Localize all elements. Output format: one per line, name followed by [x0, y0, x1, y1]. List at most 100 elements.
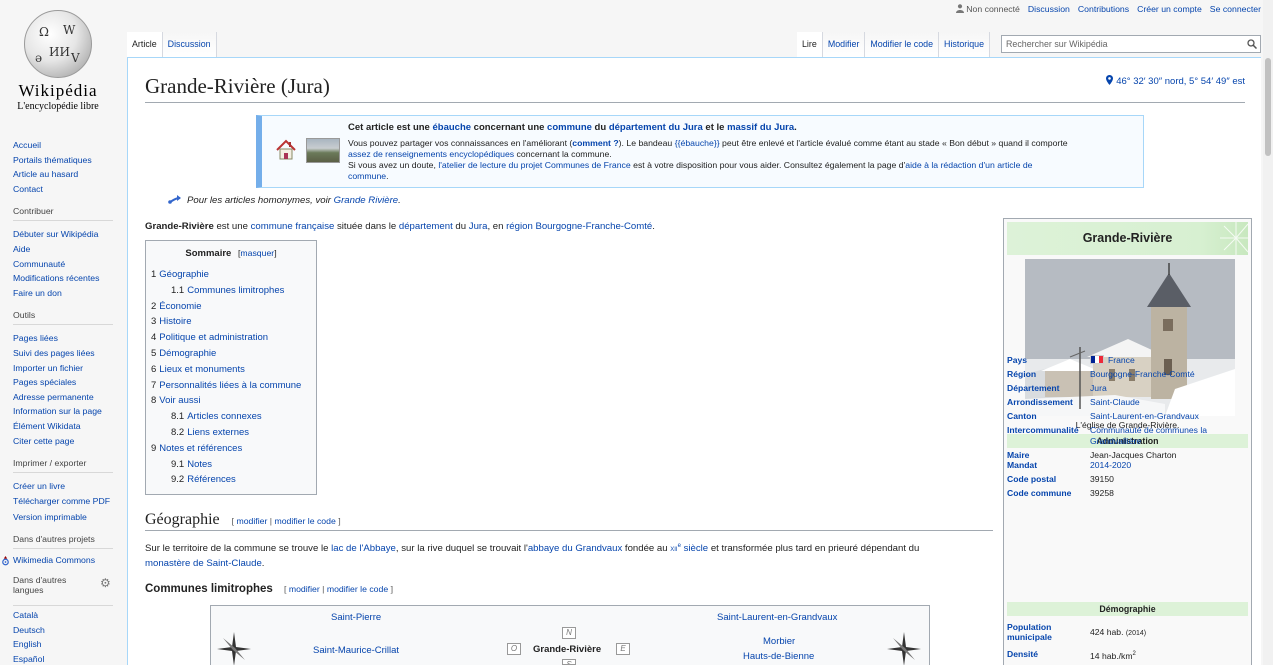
toc-item[interactable]: 3 Histoire: [151, 314, 316, 330]
coordinates[interactable]: 46° 32′ 30″ nord, 5° 54′ 49″ est: [1106, 75, 1245, 87]
toc-item[interactable]: 9.1 Notes: [151, 457, 316, 473]
lac-abbaye-link[interactable]: lac de l'Abbaye: [331, 543, 396, 554]
tab-history[interactable]: Historique: [939, 32, 991, 57]
sidebar-item-commons[interactable]: Wikimedia Commons: [0, 555, 125, 566]
toc-item[interactable]: 5 Démographie: [151, 346, 316, 362]
toc-item-link[interactable]: Notes et références: [159, 443, 242, 454]
sidebar-item-upload[interactable]: Importer un fichier: [13, 363, 83, 373]
infobox-row-value-text[interactable]: Communauté de communes la Grandvallière: [1090, 425, 1207, 446]
toc-item[interactable]: 9 Notes et références: [151, 441, 316, 457]
commons-link[interactable]: Wikimedia Commons: [13, 555, 95, 565]
toc-item[interactable]: 8 Voir aussi: [151, 393, 316, 409]
sidebar-item-portals[interactable]: Portails thématiques: [13, 155, 92, 165]
homonym-link[interactable]: Grande Rivière: [334, 195, 399, 206]
infobox-row-label[interactable]: Code commune: [1007, 488, 1089, 499]
tab-edit-source[interactable]: Modifier le code: [865, 32, 940, 57]
reading-workshop-link[interactable]: l'atelier de lecture du projet Communes …: [438, 160, 630, 170]
toc-item-link[interactable]: Économie: [159, 301, 201, 312]
sidebar-item-special-pages[interactable]: Pages spéciales: [13, 377, 76, 387]
toc-item[interactable]: 9.2 Références: [151, 472, 316, 488]
toc-item-link[interactable]: Communes limitrophes: [187, 285, 284, 296]
stub-link[interactable]: ébauche: [432, 122, 471, 133]
edit-section-source-link[interactable]: modifier le code: [274, 516, 335, 526]
infobox-row-label[interactable]: Région: [1007, 369, 1089, 380]
infobox-row-value-text[interactable]: Jura: [1090, 383, 1107, 393]
density-label[interactable]: Densité: [1007, 649, 1089, 660]
contributions-link[interactable]: Contributions: [1078, 4, 1129, 14]
infobox-row-value-text[interactable]: Saint-Laurent-en-Grandvaux: [1090, 411, 1199, 421]
infobox-row-value-text[interactable]: France: [1108, 355, 1135, 365]
create-account-link[interactable]: Créer un compte: [1137, 4, 1202, 14]
sidebar-item-wikidata[interactable]: Élément Wikidata: [13, 421, 81, 431]
language-settings-gear-icon[interactable]: ⚙: [100, 576, 111, 590]
sidebar-item-community[interactable]: Communauté: [13, 259, 65, 269]
sidebar-item-random[interactable]: Article au hasard: [13, 169, 78, 179]
infobox-row-label[interactable]: Maire: [1007, 450, 1089, 461]
template-link[interactable]: {{ébauche}}: [675, 138, 720, 148]
sidebar-item-help[interactable]: Aide: [13, 244, 30, 254]
page-scrollbar[interactable]: [1263, 0, 1273, 665]
commune-morbier[interactable]: Morbier: [763, 636, 795, 647]
toc-item-link[interactable]: Voir aussi: [159, 395, 200, 406]
toc-item-link[interactable]: Articles connexes: [187, 411, 261, 422]
population-label[interactable]: Population municipale: [1007, 622, 1089, 642]
search-input[interactable]: Rechercher sur Wikipédia: [1001, 35, 1261, 53]
toc-item[interactable]: 2 Économie: [151, 299, 316, 315]
infobox-row-value-text[interactable]: Bourgogne-Franche-Comté: [1090, 369, 1195, 379]
region-link[interactable]: région Bourgogne-Franche-Comté: [506, 221, 652, 232]
toc-item[interactable]: 7 Personnalités liées à la commune: [151, 378, 316, 394]
how-link[interactable]: comment ?: [572, 138, 618, 148]
infobox-row-label[interactable]: Département: [1007, 383, 1089, 394]
toc-item-link[interactable]: Personnalités liées à la commune: [159, 380, 301, 391]
commune-hauts-de-bienne[interactable]: Hauts-de-Bienne: [743, 651, 814, 662]
edit-subsection-source-link[interactable]: modifier le code: [327, 584, 388, 594]
infobox-row-label[interactable]: Arrondissement: [1007, 397, 1089, 408]
toc-item-link[interactable]: Histoire: [159, 316, 191, 327]
commune-link[interactable]: commune: [547, 122, 592, 133]
departement-link[interactable]: département: [399, 221, 453, 232]
infobox-row-label[interactable]: Intercommunalité: [1007, 425, 1089, 436]
lang-es[interactable]: Español: [13, 654, 44, 664]
lang-en[interactable]: English: [13, 639, 42, 649]
edit-section-link[interactable]: modifier: [236, 516, 267, 526]
sidebar-item-home[interactable]: Accueil: [13, 140, 41, 150]
sidebar-item-whatlinkshere[interactable]: Pages liées: [13, 333, 58, 343]
sidebar-item-page-info[interactable]: Information sur la page: [13, 406, 102, 416]
commune-saint-laurent[interactable]: Saint-Laurent-en-Grandvaux: [717, 612, 837, 623]
tab-edit[interactable]: Modifier: [822, 32, 866, 57]
toc-hide-toggle[interactable]: masquer: [240, 248, 274, 258]
century-link[interactable]: xiie siècle: [670, 543, 708, 554]
login-link[interactable]: Se connecter: [1210, 4, 1261, 14]
commune-saint-maurice[interactable]: Saint-Maurice-Crillat: [313, 645, 399, 656]
departement-jura-link[interactable]: département du Jura: [609, 122, 703, 133]
abbaye-grandvaux-link[interactable]: abbaye du Grandvaux: [528, 543, 622, 554]
toc-item[interactable]: 6 Lieux et monuments: [151, 362, 316, 378]
toc-item-link[interactable]: Notes: [187, 459, 212, 470]
toc-item[interactable]: 8.1 Articles connexes: [151, 409, 316, 425]
sidebar-item-printable[interactable]: Version imprimable: [13, 512, 87, 522]
sidebar-item-contact[interactable]: Contact: [13, 184, 43, 194]
sidebar-item-permalink[interactable]: Adresse permanente: [13, 392, 94, 402]
sidebar-item-download-pdf[interactable]: Télécharger comme PDF: [13, 496, 110, 506]
infobox-row-label[interactable]: Code postal: [1007, 474, 1089, 485]
sidebar-item-recent-changes[interactable]: Modifications récentes: [13, 273, 99, 283]
toc-item-link[interactable]: Lieux et monuments: [159, 364, 245, 375]
toc-item-link[interactable]: Liens externes: [187, 427, 249, 438]
tab-discussion[interactable]: Discussion: [162, 32, 217, 57]
toc-item[interactable]: 8.2 Liens externes: [151, 425, 316, 441]
sidebar-item-getting-started[interactable]: Débuter sur Wikipédia: [13, 229, 98, 239]
infobox-row-label[interactable]: Mandat: [1007, 460, 1089, 471]
toc-item-link[interactable]: Démographie: [159, 348, 216, 359]
infobox-row-label[interactable]: Canton: [1007, 411, 1089, 422]
talk-link[interactable]: Discussion: [1028, 4, 1070, 14]
tab-read[interactable]: Lire: [797, 32, 823, 57]
toc-item-link[interactable]: Politique et administration: [159, 332, 268, 343]
commune-saint-pierre[interactable]: Saint-Pierre: [331, 612, 381, 623]
writing-help-link-end[interactable]: commune: [348, 171, 386, 181]
commune-francaise-link[interactable]: commune française: [251, 221, 335, 232]
sidebar-item-related-changes[interactable]: Suivi des pages liées: [13, 348, 95, 358]
toc-item[interactable]: 4 Politique et administration: [151, 330, 316, 346]
tab-article[interactable]: Article: [127, 32, 163, 57]
infobox-row-label[interactable]: Pays: [1007, 355, 1089, 366]
infobox-row-value-text[interactable]: 2014-2020: [1090, 460, 1131, 470]
